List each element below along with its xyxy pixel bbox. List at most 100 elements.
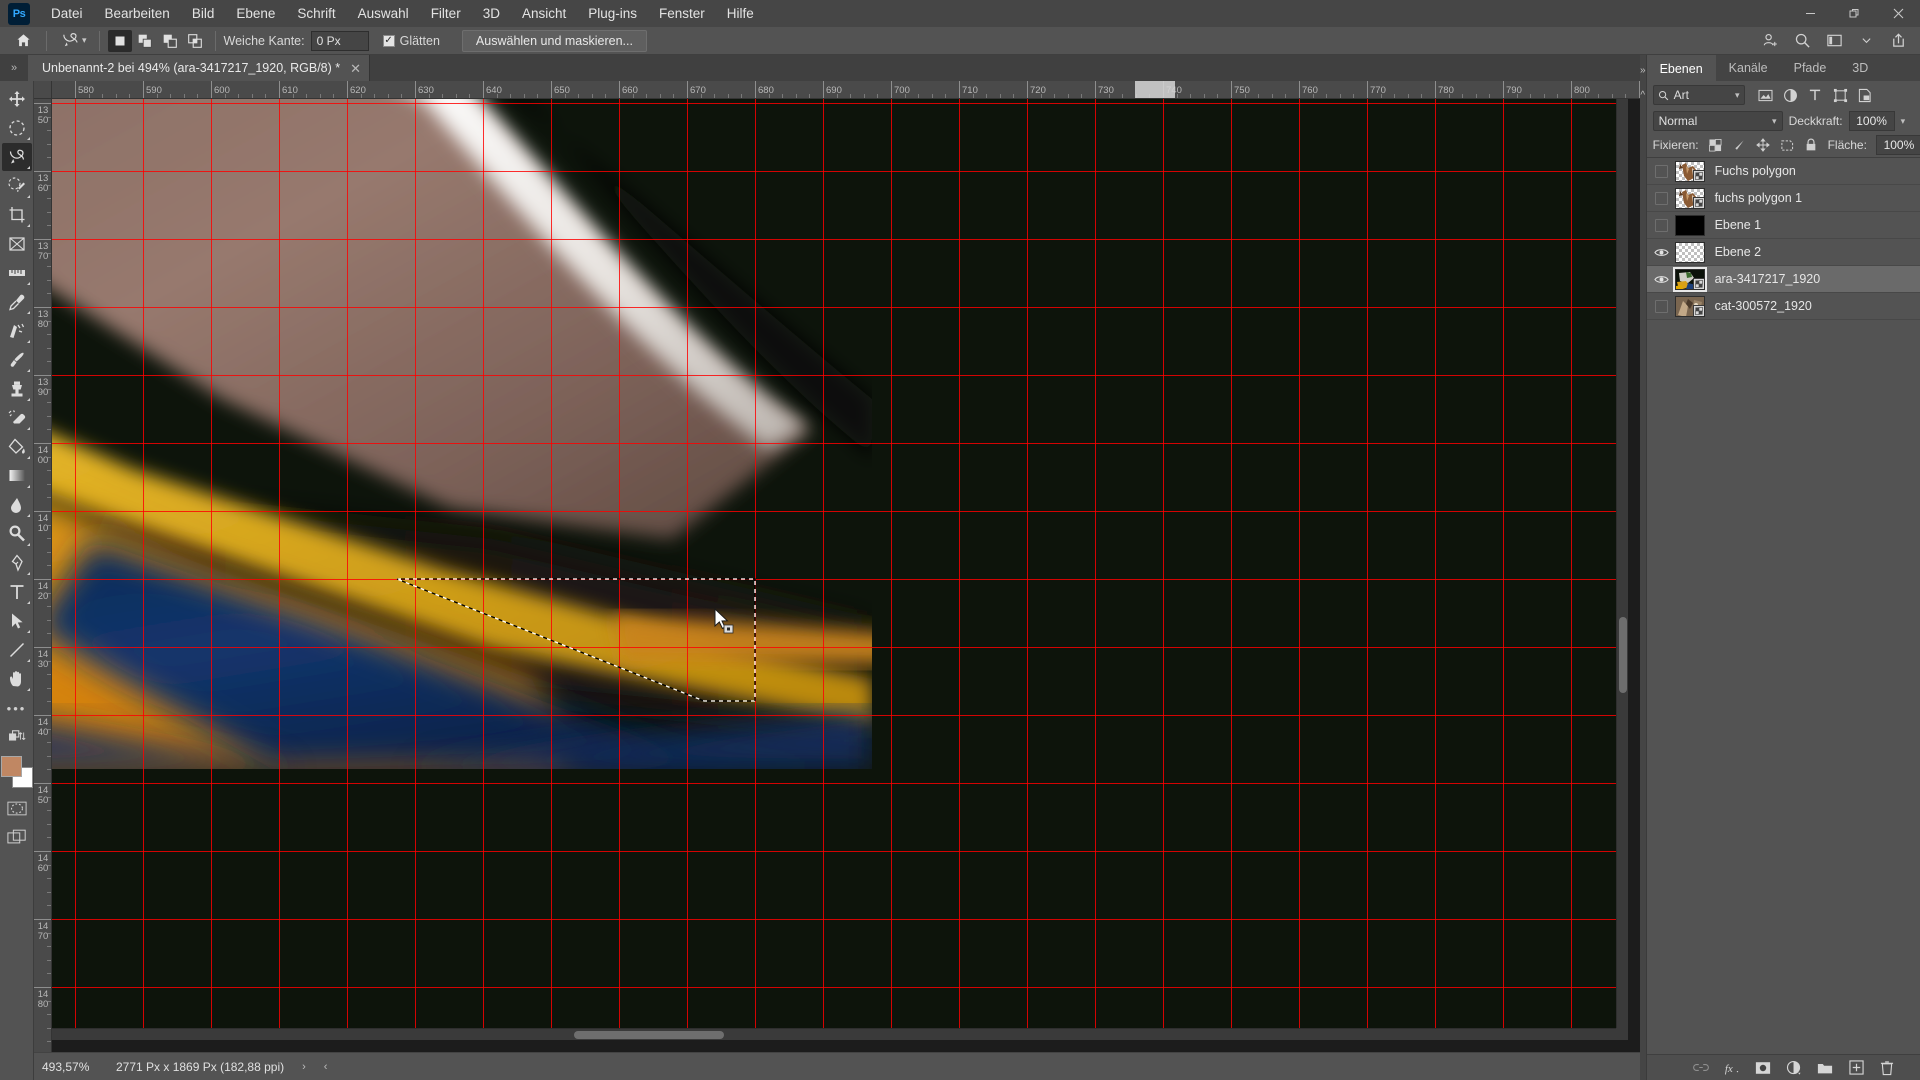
- lock-all-icon[interactable]: [1804, 138, 1819, 153]
- add-to-selection[interactable]: [133, 30, 157, 52]
- menu-item-plug-ins[interactable]: Plug-ins: [577, 2, 648, 25]
- type-tool-icon[interactable]: [2, 578, 32, 606]
- subtract-from-selection[interactable]: [158, 30, 182, 52]
- lasso-tool-icon[interactable]: [1, 143, 32, 171]
- filter-type-icon[interactable]: [1807, 87, 1824, 104]
- filter-shape-icon[interactable]: [1832, 87, 1849, 104]
- menu-item-ebene[interactable]: Ebene: [225, 2, 286, 25]
- layer-row[interactable]: fuchs polygon 1: [1646, 185, 1920, 212]
- gradient-tool-icon[interactable]: [2, 462, 32, 490]
- layer-row[interactable]: Ebene 1: [1646, 212, 1920, 239]
- scrollbar-thumb[interactable]: [574, 1031, 724, 1039]
- feather-input[interactable]: 0 Px: [310, 30, 369, 51]
- dodge-tool-icon[interactable]: [2, 520, 32, 548]
- menu-item-fenster[interactable]: Fenster: [648, 2, 716, 25]
- layer-style-fx-icon[interactable]: fx: [1724, 1060, 1740, 1076]
- canvas-horizontal-scrollbar[interactable]: [52, 1028, 1616, 1040]
- horizontal-ruler[interactable]: 580 590 600 610 620 630 640 650 660 670 680 690 700 7…: [52, 81, 1640, 99]
- eye-hidden-icon[interactable]: [1651, 218, 1673, 232]
- scrollbar-thumb[interactable]: [1619, 617, 1627, 693]
- blend-mode-select[interactable]: Normal ▾: [1652, 111, 1783, 131]
- adjustment-layer-icon[interactable]: [1786, 1060, 1802, 1076]
- link-layers-icon[interactable]: [1693, 1060, 1709, 1076]
- status-prev-icon[interactable]: ‹: [324, 1061, 328, 1073]
- quick-selection-tool-icon[interactable]: [2, 172, 32, 200]
- frame-tool-icon[interactable]: [2, 230, 32, 258]
- opacity-value[interactable]: 100%: [1848, 111, 1895, 131]
- status-next-icon[interactable]: ›: [302, 1061, 306, 1073]
- marquee-tool-icon[interactable]: [2, 114, 32, 142]
- menu-item-filter[interactable]: Filter: [420, 2, 472, 25]
- tool-preset-chevron-icon[interactable]: ▾: [82, 35, 87, 46]
- layer-thumbnail[interactable]: [1673, 187, 1707, 210]
- menu-item-bild[interactable]: Bild: [181, 2, 226, 25]
- restore-button[interactable]: [1832, 0, 1876, 27]
- minimize-button[interactable]: [1788, 0, 1832, 27]
- menu-item-schrift[interactable]: Schrift: [286, 2, 346, 25]
- filter-adjustment-icon[interactable]: [1782, 87, 1799, 104]
- fill-value[interactable]: 100%: [1875, 135, 1920, 155]
- tab-ebenen[interactable]: Ebenen: [1646, 55, 1716, 81]
- lock-artboard-icon[interactable]: [1780, 138, 1795, 153]
- path-selection-tool-icon[interactable]: [2, 607, 32, 635]
- layer-row[interactable]: Fuchs polygon: [1646, 158, 1920, 185]
- screen-mode-icon[interactable]: [2, 823, 32, 851]
- foreground-color-swatch[interactable]: [0, 756, 22, 777]
- close-button[interactable]: [1876, 0, 1920, 27]
- healing-brush-tool-icon[interactable]: [2, 317, 32, 345]
- color-swatches[interactable]: [0, 756, 33, 788]
- filter-smartobject-icon[interactable]: [1857, 87, 1874, 104]
- tab-kan-le[interactable]: Kanäle: [1716, 55, 1781, 81]
- vertical-ruler[interactable]: 1350 1360 1370 1380 1390 1400 1410 1420 1430 1440…: [34, 99, 52, 1052]
- select-and-mask-button[interactable]: Auswählen und maskieren...: [461, 29, 647, 52]
- lasso-tool-icon[interactable]: [55, 28, 85, 54]
- menu-item-datei[interactable]: Datei: [40, 2, 94, 25]
- chevron-down-icon[interactable]: ▾: [1735, 90, 1740, 101]
- antialias-checkbox[interactable]: ✓ Glätten: [382, 34, 440, 48]
- layer-row[interactable]: Ebene 2: [1646, 239, 1920, 266]
- add-mask-icon[interactable]: [1755, 1060, 1771, 1076]
- layer-thumbnail[interactable]: [1673, 241, 1707, 264]
- menu-item-hilfe[interactable]: Hilfe: [716, 2, 765, 25]
- paint-bucket-tool-icon[interactable]: [2, 433, 32, 461]
- filter-pixel-icon[interactable]: [1757, 87, 1774, 104]
- menu-item-bearbeiten[interactable]: Bearbeiten: [94, 2, 181, 25]
- canvas-area[interactable]: [52, 99, 1640, 1052]
- new-selection[interactable]: [107, 29, 132, 52]
- eye-hidden-icon[interactable]: [1651, 164, 1673, 178]
- menu-item-3d[interactable]: 3D: [472, 2, 511, 25]
- layer-row[interactable]: cat-300572_1920: [1646, 293, 1920, 320]
- ruler-corner[interactable]: [34, 81, 52, 99]
- more-tools-icon[interactable]: •••: [2, 694, 32, 722]
- intersect-selection[interactable]: [183, 30, 207, 52]
- hand-tool-icon[interactable]: [2, 665, 32, 693]
- chevron-down-icon[interactable]: ▾: [1772, 116, 1777, 127]
- eye-visible-icon[interactable]: [1651, 274, 1673, 285]
- collapse-panels-icon[interactable]: »: [1640, 65, 1646, 76]
- export-icon[interactable]: [1884, 29, 1912, 53]
- eraser-tool-icon[interactable]: [2, 404, 32, 432]
- layer-thumbnail[interactable]: [1672, 266, 1707, 292]
- blur-tool-icon[interactable]: [2, 491, 32, 519]
- menu-item-ansicht[interactable]: Ansicht: [511, 2, 577, 25]
- pen-tool-icon[interactable]: [2, 549, 32, 577]
- canvas-vertical-scrollbar[interactable]: [1616, 99, 1628, 1028]
- collapse-toolbar-icon[interactable]: »: [0, 55, 28, 81]
- measure-tool-icon[interactable]: [2, 259, 32, 287]
- tab-3d[interactable]: 3D: [1839, 55, 1881, 81]
- edit-toolbar-icon[interactable]: [2, 723, 32, 751]
- lock-position-icon[interactable]: [1756, 138, 1771, 153]
- layer-thumbnail[interactable]: [1673, 160, 1707, 183]
- crop-tool-icon[interactable]: [2, 201, 32, 229]
- lock-transparency-icon[interactable]: [1708, 138, 1723, 153]
- workspace-icon[interactable]: [1820, 29, 1848, 53]
- brush-tool-icon[interactable]: [2, 346, 32, 374]
- quick-mask-icon[interactable]: [2, 794, 32, 822]
- new-group-icon[interactable]: [1817, 1060, 1833, 1076]
- eye-visible-icon[interactable]: [1651, 247, 1673, 258]
- menu-item-auswahl[interactable]: Auswahl: [347, 2, 420, 25]
- eyedropper-tool-icon[interactable]: [2, 288, 32, 316]
- eye-hidden-icon[interactable]: [1651, 299, 1673, 313]
- chevron-up-icon[interactable]: ^: [1640, 90, 1645, 101]
- layer-row[interactable]: ara-3417217_1920: [1646, 266, 1920, 293]
